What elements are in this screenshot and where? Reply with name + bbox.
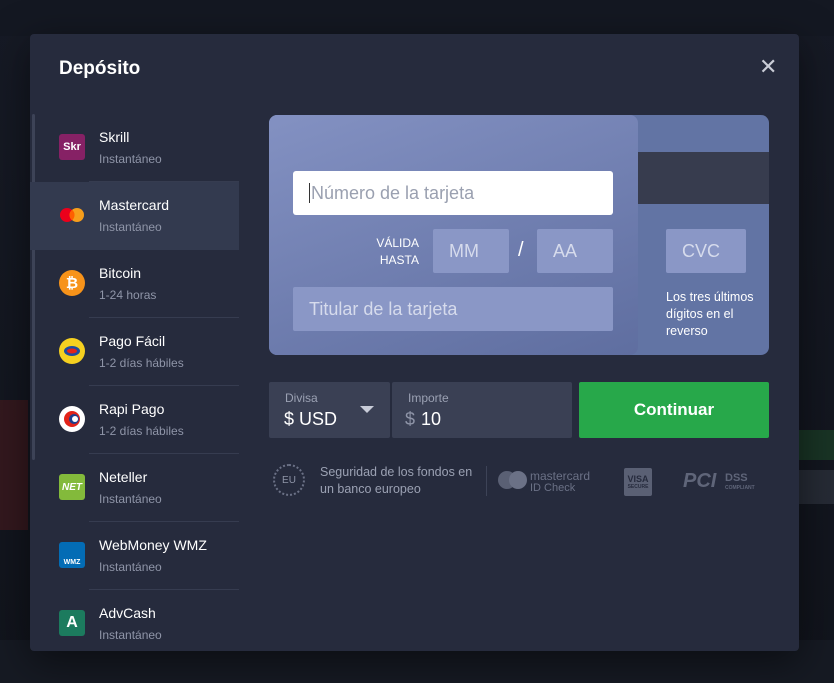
- webmoney-icon: WMZ: [59, 542, 85, 568]
- card-number-placeholder: Número de la tarjeta: [311, 182, 475, 203]
- payment-method-list: Skr Skrill Instantáneo Mastercard Instan…: [30, 114, 239, 651]
- method-time: 1-2 días hábiles: [99, 356, 184, 370]
- pago-facil-icon: [59, 338, 85, 364]
- method-name: Bitcoin: [99, 265, 142, 281]
- id-check-text: ID Check: [530, 482, 576, 494]
- magnetic-stripe: [637, 152, 769, 204]
- cardholder-input[interactable]: Titular de la tarjeta: [293, 287, 613, 331]
- method-name: AdvCash: [99, 605, 156, 621]
- text-caret: [309, 183, 310, 203]
- pci-dss-logo: PCI DSS COMPLIANT: [683, 468, 755, 496]
- pci-text: PCI: [683, 470, 717, 492]
- method-time: Instantáneo: [99, 492, 162, 506]
- expiry-year-input[interactable]: AA: [537, 229, 613, 273]
- amount-label: Importe: [408, 391, 449, 405]
- close-button[interactable]: ✕: [759, 56, 777, 78]
- card-number-input[interactable]: Número de la tarjeta: [293, 171, 613, 215]
- card-form: CVC Los tres últimos dígitos en el rever…: [269, 115, 769, 355]
- visa-secure-text: SECURE: [627, 484, 649, 490]
- background-topbar: [0, 0, 834, 36]
- method-time: 1-24 horas: [99, 288, 157, 302]
- method-bitcoin[interactable]: ₿ Bitcoin 1-24 horas: [30, 250, 239, 318]
- mastercard-logo-text: mastercard: [530, 469, 591, 483]
- visa-text: VISA: [627, 474, 649, 484]
- dss-text: DSS: [725, 472, 748, 484]
- neteller-icon: NET: [59, 474, 85, 500]
- method-webmoney[interactable]: WMZ WebMoney WMZ Instantáneo: [30, 522, 239, 590]
- method-rapi-pago[interactable]: Rapi Pago 1-2 días hábiles: [30, 386, 239, 454]
- mastercard-icon: [59, 202, 85, 228]
- method-name: Mastercard: [99, 197, 170, 213]
- eu-stars-icon: EU: [273, 464, 305, 496]
- bitcoin-icon: ₿: [59, 270, 85, 296]
- method-name: Skrill: [99, 129, 130, 145]
- continue-button[interactable]: Continuar: [579, 382, 769, 438]
- method-time: Instantáneo: [99, 220, 162, 234]
- card-front: Número de la tarjeta VÁLIDA HASTA MM / A…: [269, 115, 638, 355]
- method-name: Pago Fácil: [99, 333, 166, 349]
- currency-select[interactable]: Divisa $ USD: [269, 382, 390, 438]
- amount-currency-symbol: $: [405, 409, 416, 429]
- expiry-slash: /: [518, 239, 524, 261]
- valid-until-label: VÁLIDA HASTA: [376, 236, 419, 267]
- security-text: Seguridad de los fondos en un banco euro…: [320, 465, 473, 496]
- expiry-month-input[interactable]: MM: [433, 229, 509, 273]
- divider: [486, 466, 487, 496]
- method-skrill[interactable]: Skr Skrill Instantáneo: [30, 114, 239, 182]
- method-neteller[interactable]: NET Neteller Instantáneo: [30, 454, 239, 522]
- cvc-input[interactable]: CVC: [666, 229, 746, 273]
- cvc-help-text: Los tres últimos dígitos en el reverso: [666, 290, 754, 338]
- method-advcash[interactable]: A AdvCash Instantáneo: [30, 590, 239, 651]
- skrill-icon: Skr: [59, 134, 85, 160]
- modal-title: Depósito: [59, 58, 141, 79]
- method-name: WebMoney WMZ: [99, 537, 207, 553]
- background-chart-fragment: [798, 430, 834, 460]
- chevron-down-icon: [360, 406, 374, 413]
- method-time: 1-2 días hábiles: [99, 424, 184, 438]
- amount-input[interactable]: Importe $ 10: [392, 382, 572, 438]
- method-time: Instantáneo: [99, 628, 162, 642]
- security-badges: EU Seguridad de los fondos en un banco e…: [273, 464, 773, 498]
- deposit-modal: Depósito ✕ Skr Skrill Instantáneo Master…: [30, 34, 799, 651]
- method-name: Rapi Pago: [99, 401, 165, 417]
- advcash-icon: A: [59, 610, 85, 636]
- method-time: Instantáneo: [99, 560, 162, 574]
- background-chart-fragment: [0, 400, 28, 530]
- method-pago-facil[interactable]: Pago Fácil 1-2 días hábiles: [30, 318, 239, 386]
- compliant-text: COMPLIANT: [725, 485, 755, 491]
- rapi-pago-icon: [59, 406, 85, 432]
- method-time: Instantáneo: [99, 152, 162, 166]
- currency-value: $ USD: [284, 409, 338, 429]
- currency-label: Divisa: [285, 391, 318, 405]
- amount-value: 10: [421, 409, 442, 429]
- mastercard-circles-icon: [498, 471, 528, 489]
- mastercard-id-check-logo: mastercard ID Check: [498, 470, 598, 498]
- method-name: Neteller: [99, 469, 148, 485]
- method-mastercard[interactable]: Mastercard Instantáneo: [30, 182, 239, 250]
- background-button: [798, 470, 834, 504]
- visa-secure-logo: VISA SECURE: [624, 468, 652, 496]
